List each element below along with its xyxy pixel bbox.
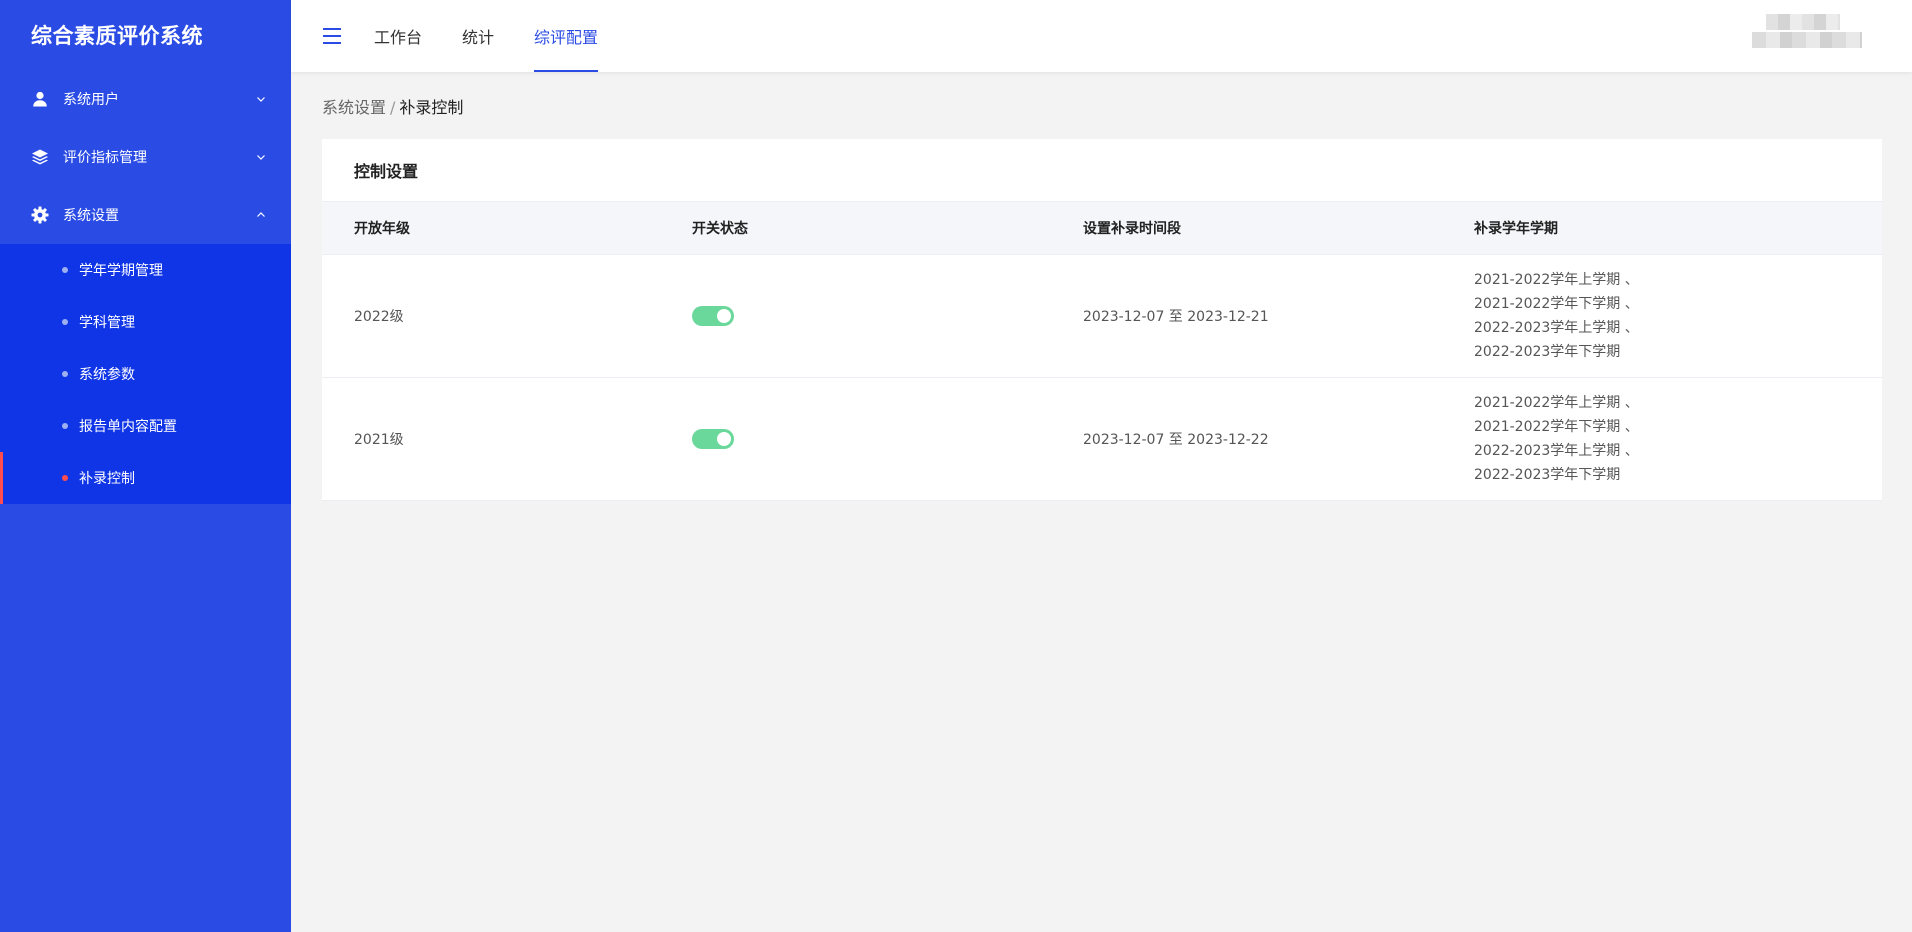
bullet-dot-icon	[62, 423, 68, 429]
user-info-redacted[interactable]	[1742, 12, 1892, 62]
sidebar-item-report-config[interactable]: 报告单内容配置	[0, 400, 291, 452]
sidebar-group-system-settings[interactable]: 系统设置	[0, 186, 291, 244]
toggle-knob	[717, 309, 731, 323]
chevron-up-icon	[255, 209, 267, 221]
breadcrumb-parent[interactable]: 系统设置	[322, 98, 386, 117]
status-toggle[interactable]	[692, 429, 734, 449]
sidebar-item-label: 学科管理	[79, 315, 135, 331]
sidebar-item-supplement-control[interactable]: 补录控制	[0, 452, 291, 504]
top-header: 工作台 统计 综评配置	[291, 0, 1912, 72]
semester-item: 2022-2023学年上学期 、	[1474, 443, 1639, 459]
sidebar-group-evaluation-index[interactable]: 评价指标管理	[0, 128, 291, 186]
grade-cell: 2022级	[322, 254, 691, 378]
table-row: 2021级 2023-12-07 至 2023-12-22 2021-2022学…	[322, 377, 1882, 501]
breadcrumb-separator: /	[390, 98, 396, 117]
chevron-down-icon	[255, 93, 267, 105]
column-header-semesters: 补录学年学期	[1473, 201, 1882, 255]
sidebar-group-label: 评价指标管理	[63, 150, 147, 166]
toggle-knob	[717, 432, 731, 446]
tab-statistics[interactable]: 统计	[462, 0, 494, 72]
sidebar-item-subject-management[interactable]: 学科管理	[0, 296, 291, 348]
user-icon	[29, 88, 51, 110]
sidebar-submenu: 学年学期管理 学科管理 系统参数 报告单内容配置 补录控制	[0, 244, 291, 504]
column-header-grade: 开放年级	[322, 201, 691, 255]
sidebar-group-label: 系统用户	[63, 92, 119, 108]
app-root: 综合素质评价系统 系统用户 评价指标管理 系统设置 学年学期管理 学科管理 系统…	[0, 0, 1912, 932]
status-toggle[interactable]	[692, 306, 734, 326]
tab-evaluation-config[interactable]: 综评配置	[534, 0, 599, 72]
sidebar-group-system-users[interactable]: 系统用户	[0, 70, 291, 128]
grade-cell: 2021级	[322, 377, 691, 501]
semester-item: 2021-2022学年下学期 、	[1474, 296, 1639, 312]
card-title: 控制设置	[354, 162, 419, 181]
sidebar-item-semester-management[interactable]: 学年学期管理	[0, 244, 291, 296]
table-row: 2022级 2023-12-07 至 2023-12-21 2021-2022学…	[322, 254, 1882, 378]
sidebar: 综合素质评价系统 系统用户 评价指标管理 系统设置 学年学期管理 学科管理 系统…	[0, 0, 291, 932]
tab-workbench[interactable]: 工作台	[374, 0, 422, 72]
sidebar-item-label: 学年学期管理	[79, 263, 163, 279]
bullet-dot-icon	[62, 371, 68, 377]
column-header-period: 设置补录时间段	[1082, 201, 1473, 255]
table-header-row: 开放年级 开关状态 设置补录时间段 补录学年学期	[322, 201, 1882, 255]
bullet-dot-icon	[62, 319, 68, 325]
layers-icon	[29, 146, 51, 168]
sidebar-item-label: 报告单内容配置	[79, 419, 177, 435]
period-cell: 2023-12-07 至 2023-12-22	[1082, 377, 1473, 501]
switch-cell	[691, 254, 1082, 378]
semesters-cell: 2021-2022学年上学期 、 2021-2022学年下学期 、 2022-2…	[1473, 377, 1882, 501]
switch-cell	[691, 377, 1082, 501]
semester-item: 2021-2022学年上学期 、	[1474, 272, 1639, 288]
semester-item: 2022-2023学年上学期 、	[1474, 320, 1639, 336]
bullet-dot-icon	[62, 267, 68, 273]
semester-item: 2021-2022学年下学期 、	[1474, 419, 1639, 435]
sidebar-group-label: 系统设置	[63, 208, 119, 224]
main-content: 系统设置 / 补录控制 控制设置 开放年级 开关状态 设置补录时间段 补录学年学期 …	[291, 72, 1912, 932]
sidebar-item-system-parameters[interactable]: 系统参数	[0, 348, 291, 400]
column-header-switch: 开关状态	[691, 201, 1082, 255]
chevron-down-icon	[255, 151, 267, 163]
menu-toggle-icon[interactable]	[321, 25, 343, 47]
app-title: 综合素质评价系统	[31, 24, 203, 48]
breadcrumb-current: 补录控制	[399, 98, 464, 117]
gear-icon	[29, 204, 51, 226]
control-settings-card: 控制设置 开放年级 开关状态 设置补录时间段 补录学年学期 2022级 2023…	[322, 139, 1882, 501]
semesters-cell: 2021-2022学年上学期 、 2021-2022学年下学期 、 2022-2…	[1473, 254, 1882, 378]
sidebar-item-label: 补录控制	[79, 471, 135, 487]
breadcrumb: 系统设置 / 补录控制	[322, 94, 463, 118]
redacted-block	[1766, 14, 1840, 30]
semester-item: 2022-2023学年下学期	[1474, 467, 1621, 483]
sidebar-item-label: 系统参数	[79, 367, 135, 383]
semester-item: 2021-2022学年上学期 、	[1474, 395, 1639, 411]
period-cell: 2023-12-07 至 2023-12-21	[1082, 254, 1473, 378]
bullet-dot-icon	[62, 475, 68, 481]
control-table: 开放年级 开关状态 设置补录时间段 补录学年学期 2022级 2023-12-0…	[322, 201, 1882, 501]
redacted-block	[1752, 32, 1862, 48]
semester-item: 2022-2023学年下学期	[1474, 344, 1621, 360]
